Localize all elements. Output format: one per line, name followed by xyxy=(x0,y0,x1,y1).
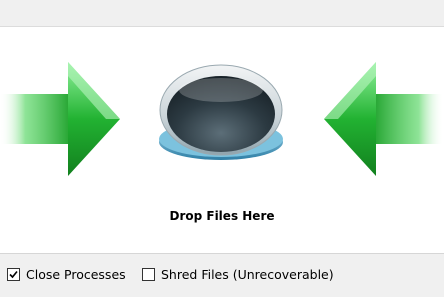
drop-files-label: Drop Files Here xyxy=(169,209,275,223)
right-arrow-icon xyxy=(0,62,120,176)
close-processes-label: Close Processes xyxy=(26,267,126,282)
drop-target-button[interactable] xyxy=(157,62,285,162)
close-processes-option[interactable]: Close Processes xyxy=(7,267,126,282)
shred-files-label: Shred Files (Unrecoverable) xyxy=(161,267,334,282)
drop-zone[interactable]: Drop Files Here xyxy=(0,27,444,253)
shred-files-checkbox[interactable] xyxy=(142,268,155,281)
left-arrow-icon xyxy=(324,62,444,176)
close-processes-checkbox[interactable] xyxy=(7,268,20,281)
top-bar xyxy=(0,0,444,27)
shred-files-option[interactable]: Shred Files (Unrecoverable) xyxy=(142,267,334,282)
checkmark-icon xyxy=(9,270,18,279)
options-bar: Close Processes Shred Files (Unrecoverab… xyxy=(0,253,444,297)
